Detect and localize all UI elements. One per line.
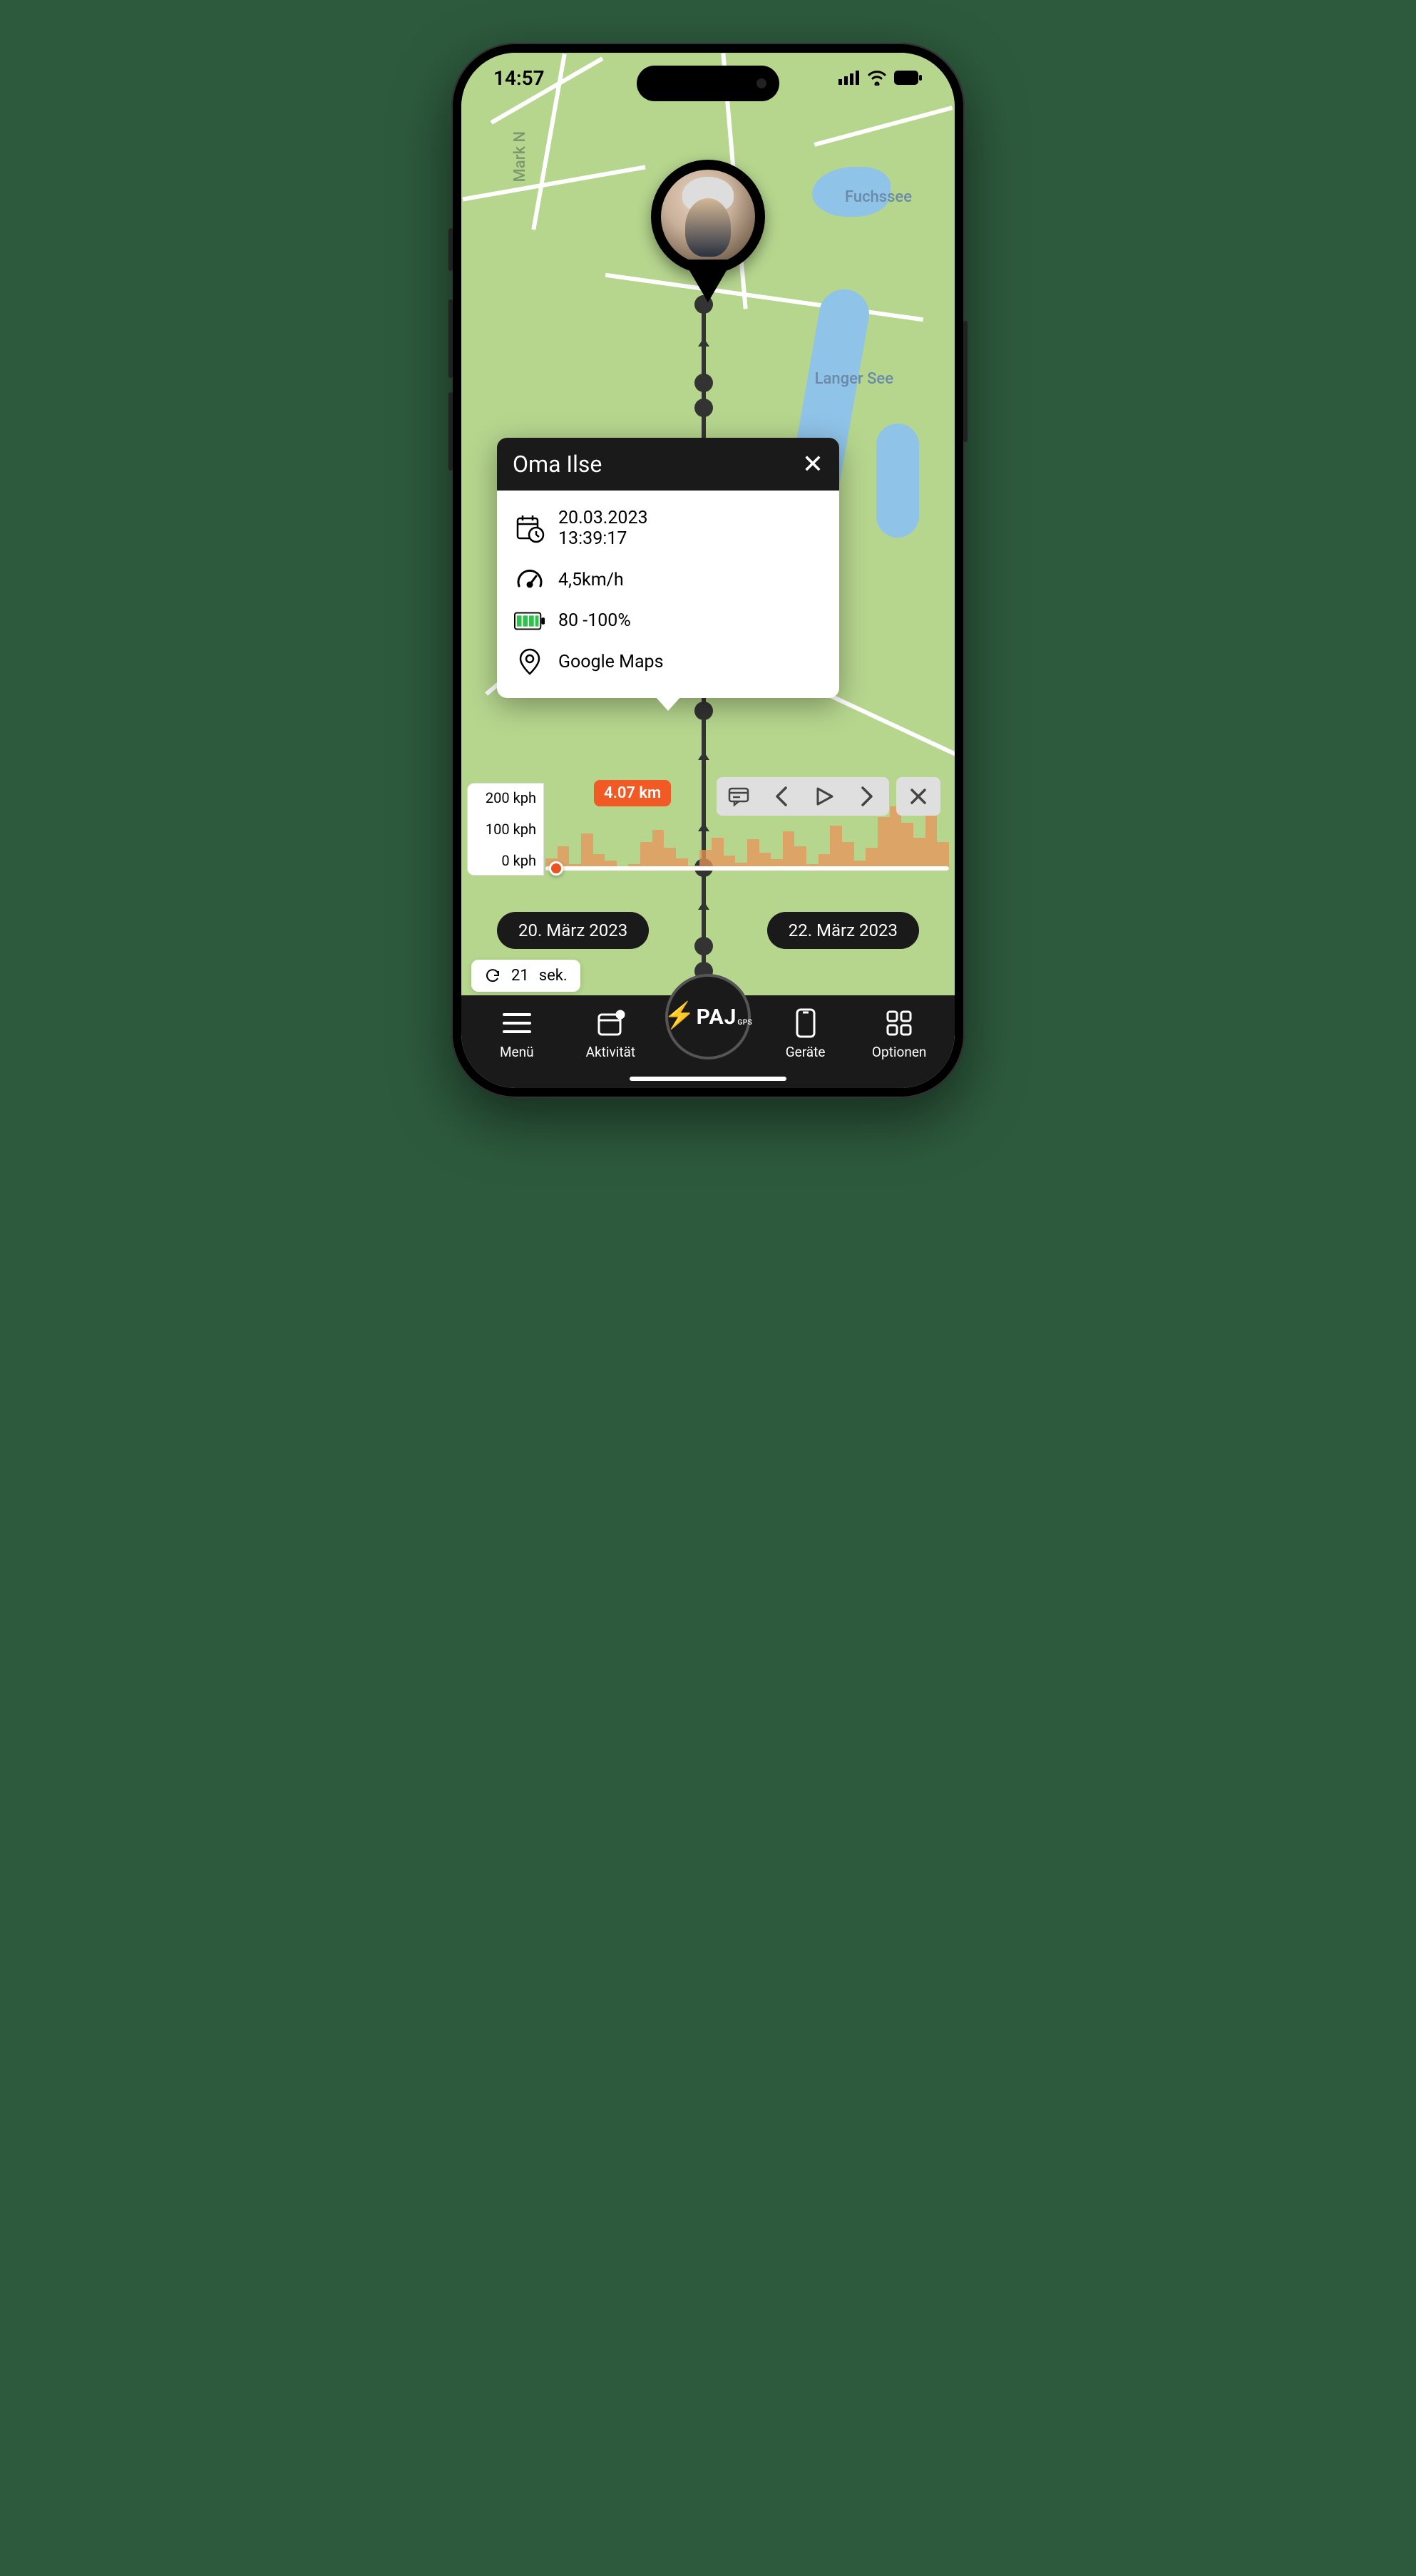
nav-devices-label: Geräte: [786, 1044, 826, 1060]
refresh-icon: [484, 968, 501, 985]
hamburger-icon: [501, 1008, 533, 1038]
tracker-pin[interactable]: [651, 160, 765, 302]
nav-activity[interactable]: Aktivität: [571, 1008, 650, 1060]
phone-frame: 14:57 Fuchssee Langer See Mark N: [451, 43, 965, 1098]
battery-level-icon: [514, 612, 545, 630]
nav-options-label: Optionen: [872, 1044, 926, 1060]
speedometer-icon: [514, 565, 545, 595]
status-icons: [838, 70, 923, 86]
card-speed-row: 4,5km/h: [514, 565, 822, 595]
card-battery-row: 80 -100%: [514, 610, 822, 631]
bolt-icon: ⚡: [664, 1005, 696, 1026]
battery-icon: [894, 71, 923, 85]
map-view[interactable]: Fuchssee Langer See Mark N: [461, 53, 955, 1088]
map-label-fuchssee: Fuchssee: [845, 188, 912, 206]
map-label-mark: Mark N: [511, 131, 529, 182]
grid-icon: [885, 1008, 913, 1038]
graph-y-axis: 200 kph 100 kph 0 kph: [467, 783, 544, 876]
end-date-pill[interactable]: 22. März 2023: [767, 912, 919, 949]
next-button[interactable]: [855, 784, 879, 809]
timeline-handle[interactable]: [549, 861, 563, 876]
tracker-info-card: Oma Ilse ✕ 20.03.2023 13:39:17: [497, 438, 839, 698]
prev-button[interactable]: [769, 784, 794, 809]
map-pin-icon: [514, 647, 545, 677]
refresh-value: 21: [511, 967, 529, 985]
dynamic-island: [637, 66, 779, 101]
brand-name: PAJ: [697, 1005, 737, 1030]
map-label-langersee: Langer See: [815, 370, 893, 388]
play-button[interactable]: [812, 784, 836, 809]
nav-devices[interactable]: Geräte: [766, 1008, 845, 1060]
avatar: [661, 170, 755, 264]
card-speed-value: 4,5km/h: [558, 570, 624, 590]
y-200: 200 kph: [472, 789, 536, 806]
timeline-track[interactable]: [545, 866, 949, 871]
start-date-pill[interactable]: 20. März 2023: [497, 912, 649, 949]
card-time: 13:39:17: [558, 528, 648, 549]
card-date: 20.03.2023: [558, 508, 648, 528]
speed-graph-panel: 200 kph 100 kph 0 kph 4.07 km: [463, 783, 953, 904]
bottom-nav: Menü Aktivität ⚡ PAJ GPS Geräte: [461, 995, 955, 1088]
card-header: Oma Ilse ✕: [497, 438, 839, 491]
phone-icon: [795, 1008, 816, 1038]
close-graph-button[interactable]: [906, 784, 930, 809]
card-maps-row[interactable]: Google Maps: [514, 647, 822, 677]
brand-sub: GPS: [737, 1019, 752, 1027]
activity-icon: [595, 1008, 626, 1038]
nav-menu-label: Menü: [500, 1044, 534, 1060]
home-indicator[interactable]: [630, 1077, 786, 1081]
close-card-button[interactable]: ✕: [802, 451, 824, 477]
graph-area[interactable]: 4.07 km: [545, 789, 949, 871]
nav-activity-label: Aktivität: [586, 1044, 635, 1060]
card-maps-label: Google Maps: [558, 652, 664, 672]
refresh-indicator[interactable]: 21 sek.: [471, 960, 580, 992]
nav-menu[interactable]: Menü: [478, 1008, 556, 1060]
card-datetime-row: 20.03.2023 13:39:17: [514, 508, 822, 549]
nav-brand-button[interactable]: ⚡ PAJ GPS: [665, 974, 751, 1059]
y-0: 0 kph: [472, 852, 536, 869]
playback-controls: [717, 777, 940, 816]
distance-badge: 4.07 km: [594, 780, 671, 806]
status-time: 14:57: [493, 66, 545, 90]
volume-down-button: [448, 392, 453, 471]
cellular-icon: [838, 71, 860, 85]
comment-button[interactable]: [727, 784, 751, 809]
date-range-pills: 20. März 2023 22. März 2023: [461, 912, 955, 949]
card-battery-value: 80 -100%: [558, 610, 631, 631]
y-100: 100 kph: [472, 821, 536, 838]
calendar-clock-icon: [514, 513, 545, 543]
refresh-unit: sek.: [539, 967, 568, 985]
volume-up-button: [448, 299, 453, 378]
nav-options[interactable]: Optionen: [860, 1008, 938, 1060]
power-button: [963, 321, 968, 442]
tracker-name: Oma Ilse: [513, 451, 602, 478]
phone-screen: 14:57 Fuchssee Langer See Mark N: [461, 53, 955, 1088]
mute-switch: [448, 228, 453, 271]
wifi-icon: [867, 70, 887, 86]
